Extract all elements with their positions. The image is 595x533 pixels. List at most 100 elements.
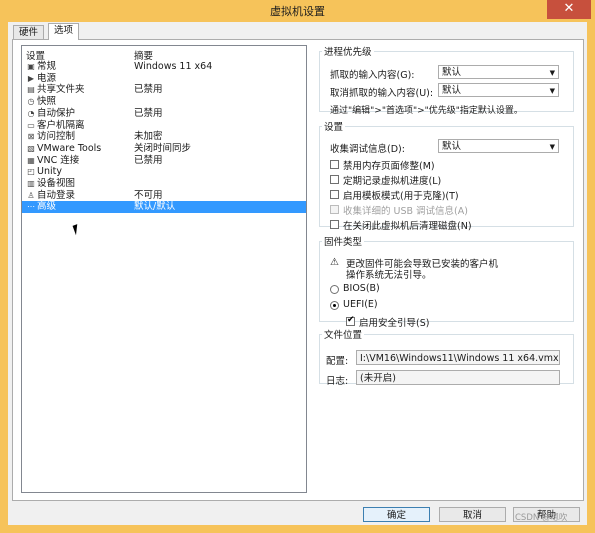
list-item-name: 共享文件夹 bbox=[37, 84, 85, 96]
list-item-summary: 未加密 bbox=[134, 131, 163, 143]
list-item-icon: ♙ bbox=[27, 190, 35, 200]
template-mode-checkbox[interactable] bbox=[330, 190, 339, 199]
disable-page-trim-label: 禁用内存页面修整(M) bbox=[343, 161, 435, 172]
list-item-name: 常规 bbox=[37, 61, 57, 72]
list-item[interactable]: ⊠ 访问控制 未加密 bbox=[22, 131, 306, 143]
list-item[interactable]: ◷ 快照 bbox=[22, 96, 306, 108]
usb-debug-checkbox bbox=[330, 205, 339, 214]
list-item-name: VNC 连接 bbox=[37, 154, 80, 166]
debug-info-select[interactable]: 默认 ▼ bbox=[438, 139, 559, 153]
priority-legend: 进程优先级 bbox=[324, 47, 372, 58]
list-item-icon: ▥ bbox=[27, 179, 35, 188]
list-item[interactable]: ⋯ 高级 默认/默认 bbox=[22, 201, 306, 214]
list-item-icon: ▣ bbox=[27, 62, 35, 71]
bios-label: BIOS(B) bbox=[343, 283, 380, 294]
settings-group: 设置 收集调试信息(D): 默认 ▼ 禁用内存页面修整(M) 定期记录虚拟机进度(… bbox=[319, 119, 574, 232]
list-item[interactable]: ▣ 常规 Windows 11 x64 bbox=[22, 61, 306, 73]
priority-hint: 通过"编辑">"首选项">"优先级"指定默认设置。 bbox=[330, 106, 523, 116]
list-item[interactable]: ◰ Unity bbox=[22, 166, 306, 178]
list-item-icon: ◷ bbox=[27, 97, 35, 107]
list-item-name: 设备视图 bbox=[37, 178, 76, 189]
tab-options[interactable]: 选项 bbox=[48, 23, 80, 40]
list-item-icon: ◰ bbox=[27, 167, 35, 177]
list-item-icon: ⊠ bbox=[27, 132, 35, 142]
uefi-radio[interactable] bbox=[330, 301, 339, 310]
list-item-name: VMware Tools bbox=[37, 142, 102, 154]
list-item[interactable]: ◔ 自动保护 已禁用 bbox=[22, 108, 306, 120]
log-label: 日志: bbox=[326, 376, 349, 387]
list-header: 设置 摘要 bbox=[22, 46, 306, 62]
list-item[interactable]: ▧ VMware Tools 关闭时间同步 bbox=[22, 143, 306, 155]
list-item-summary: Windows 11 x64 bbox=[134, 61, 213, 72]
secure-boot-checkbox[interactable] bbox=[346, 315, 355, 326]
clean-disk-checkbox[interactable] bbox=[330, 220, 339, 229]
list-item-name: 快照 bbox=[37, 96, 57, 108]
chevron-down-icon: ▼ bbox=[549, 69, 555, 77]
column-summary-header: 摘要 bbox=[134, 51, 154, 62]
list-item-icon: ◔ bbox=[27, 108, 35, 118]
list-item[interactable]: ▤ 共享文件夹 已禁用 bbox=[22, 84, 306, 96]
list-item[interactable]: ▦ VNC 连接 已禁用 bbox=[22, 155, 306, 167]
uefi-label: UEFI(E) bbox=[343, 299, 378, 310]
dialog-content: 硬件 选项 设置 摘要 ▣ 常规 Windows 11 x64 ▶ 电源 ▤ 共享文件夹 已禁… bbox=[8, 22, 587, 525]
list-item-name: 高级 bbox=[37, 201, 57, 213]
settings-window: 虚拟机设置 ✕ 硬件 选项 设置 摘要 ▣ 常规 Windows 11 x64 ▶ 电源… bbox=[0, 0, 595, 533]
list-item-icon: ▶ bbox=[27, 73, 35, 83]
file-location-group: 文件位置 配置: I:\VM16\Windows11\Windows 11 x6… bbox=[319, 327, 574, 387]
settings-legend: 设置 bbox=[324, 122, 344, 133]
ok-button[interactable]: 确定 bbox=[363, 507, 430, 522]
list-item-summary: 默认/默认 bbox=[134, 201, 176, 213]
ungrabbed-input-label: 取消抓取的输入内容(U): bbox=[330, 88, 434, 99]
log-path-field[interactable]: (未开启) bbox=[356, 370, 560, 385]
list-item-summary: 已禁用 bbox=[134, 84, 163, 96]
list-item-name: 客户机隔离 bbox=[37, 119, 85, 131]
firmware-legend: 固件类型 bbox=[324, 237, 363, 248]
list-item-summary: 不可用 bbox=[134, 189, 163, 201]
firmware-group: 固件类型 ⚠ 更改固件可能会导致已安装的客户机 操作系统无法引导。 BIOS(B… bbox=[319, 234, 574, 329]
bios-radio[interactable] bbox=[330, 285, 339, 294]
disable-page-trim-checkbox[interactable] bbox=[330, 160, 339, 169]
list-item-name: Unity bbox=[37, 166, 62, 178]
list-item-summary: 已禁用 bbox=[134, 107, 163, 119]
list-item-summary: 关闭时间同步 bbox=[134, 142, 192, 154]
log-progress-label: 定期记录虚拟机进度(L) bbox=[343, 176, 442, 187]
list-item[interactable]: ▥ 设备视图 bbox=[22, 178, 306, 190]
chevron-down-icon: ▼ bbox=[549, 87, 555, 95]
close-button[interactable]: ✕ bbox=[547, 0, 591, 19]
list-item-icon: ▤ bbox=[27, 85, 35, 95]
list-item-icon: ⋯ bbox=[27, 202, 35, 212]
list-item-icon: ▭ bbox=[27, 120, 35, 130]
list-item[interactable]: ▶ 电源 bbox=[22, 73, 306, 85]
grabbed-input-value: 默认 bbox=[442, 67, 462, 78]
list-item[interactable]: ♙ 自动登录 不可用 bbox=[22, 190, 306, 202]
log-progress-checkbox[interactable] bbox=[330, 175, 339, 184]
list-item[interactable]: ▭ 客户机隔离 bbox=[22, 120, 306, 132]
clean-disk-label: 在关闭此虚拟机后清理磁盘(N) bbox=[343, 221, 472, 232]
warning-icon: ⚠ bbox=[330, 257, 339, 268]
settings-list: 设置 摘要 ▣ 常规 Windows 11 x64 ▶ 电源 ▤ 共享文件夹 已禁用 ◷ 快照 ◔ 自… bbox=[21, 45, 307, 493]
firmware-warning-line2: 操作系统无法引导。 bbox=[346, 270, 432, 281]
title-bar: 虚拟机设置 ✕ bbox=[0, 0, 595, 22]
list-item-name: 自动登录 bbox=[37, 189, 76, 201]
list-item-name: 自动保护 bbox=[37, 107, 76, 119]
tab-hardware[interactable]: 硬件 bbox=[13, 25, 45, 40]
debug-info-label: 收集调试信息(D): bbox=[330, 144, 405, 155]
cancel-button[interactable]: 取消 bbox=[439, 507, 506, 522]
list-item-name: 电源 bbox=[37, 72, 57, 84]
template-mode-label: 启用模板模式(用于克隆)(T) bbox=[343, 191, 459, 202]
chevron-down-icon: ▼ bbox=[549, 143, 555, 151]
config-path-field[interactable]: I:\VM16\Windows11\Windows 11 x64.vmx bbox=[356, 350, 560, 365]
grabbed-input-select[interactable]: 默认 ▼ bbox=[438, 65, 559, 79]
file-location-legend: 文件位置 bbox=[324, 330, 363, 341]
list-item-name: 访问控制 bbox=[37, 131, 76, 143]
priority-group: 进程优先级 抓取的输入内容(G): 默认 ▼ 取消抓取的输入内容(U): 默认 ▼ … bbox=[319, 44, 574, 116]
ungrabbed-input-value: 默认 bbox=[442, 85, 462, 96]
list-item-summary: 已禁用 bbox=[134, 154, 163, 166]
mouse-cursor-icon bbox=[72, 222, 85, 236]
list-item-icon: ▦ bbox=[27, 155, 35, 165]
list-item-icon: ▧ bbox=[27, 143, 35, 153]
window-title: 虚拟机设置 bbox=[270, 5, 325, 18]
watermark: CSDN @嗯吹 bbox=[515, 513, 568, 523]
ungrabbed-input-select[interactable]: 默认 ▼ bbox=[438, 83, 559, 97]
column-setting-header: 设置 bbox=[26, 51, 46, 62]
